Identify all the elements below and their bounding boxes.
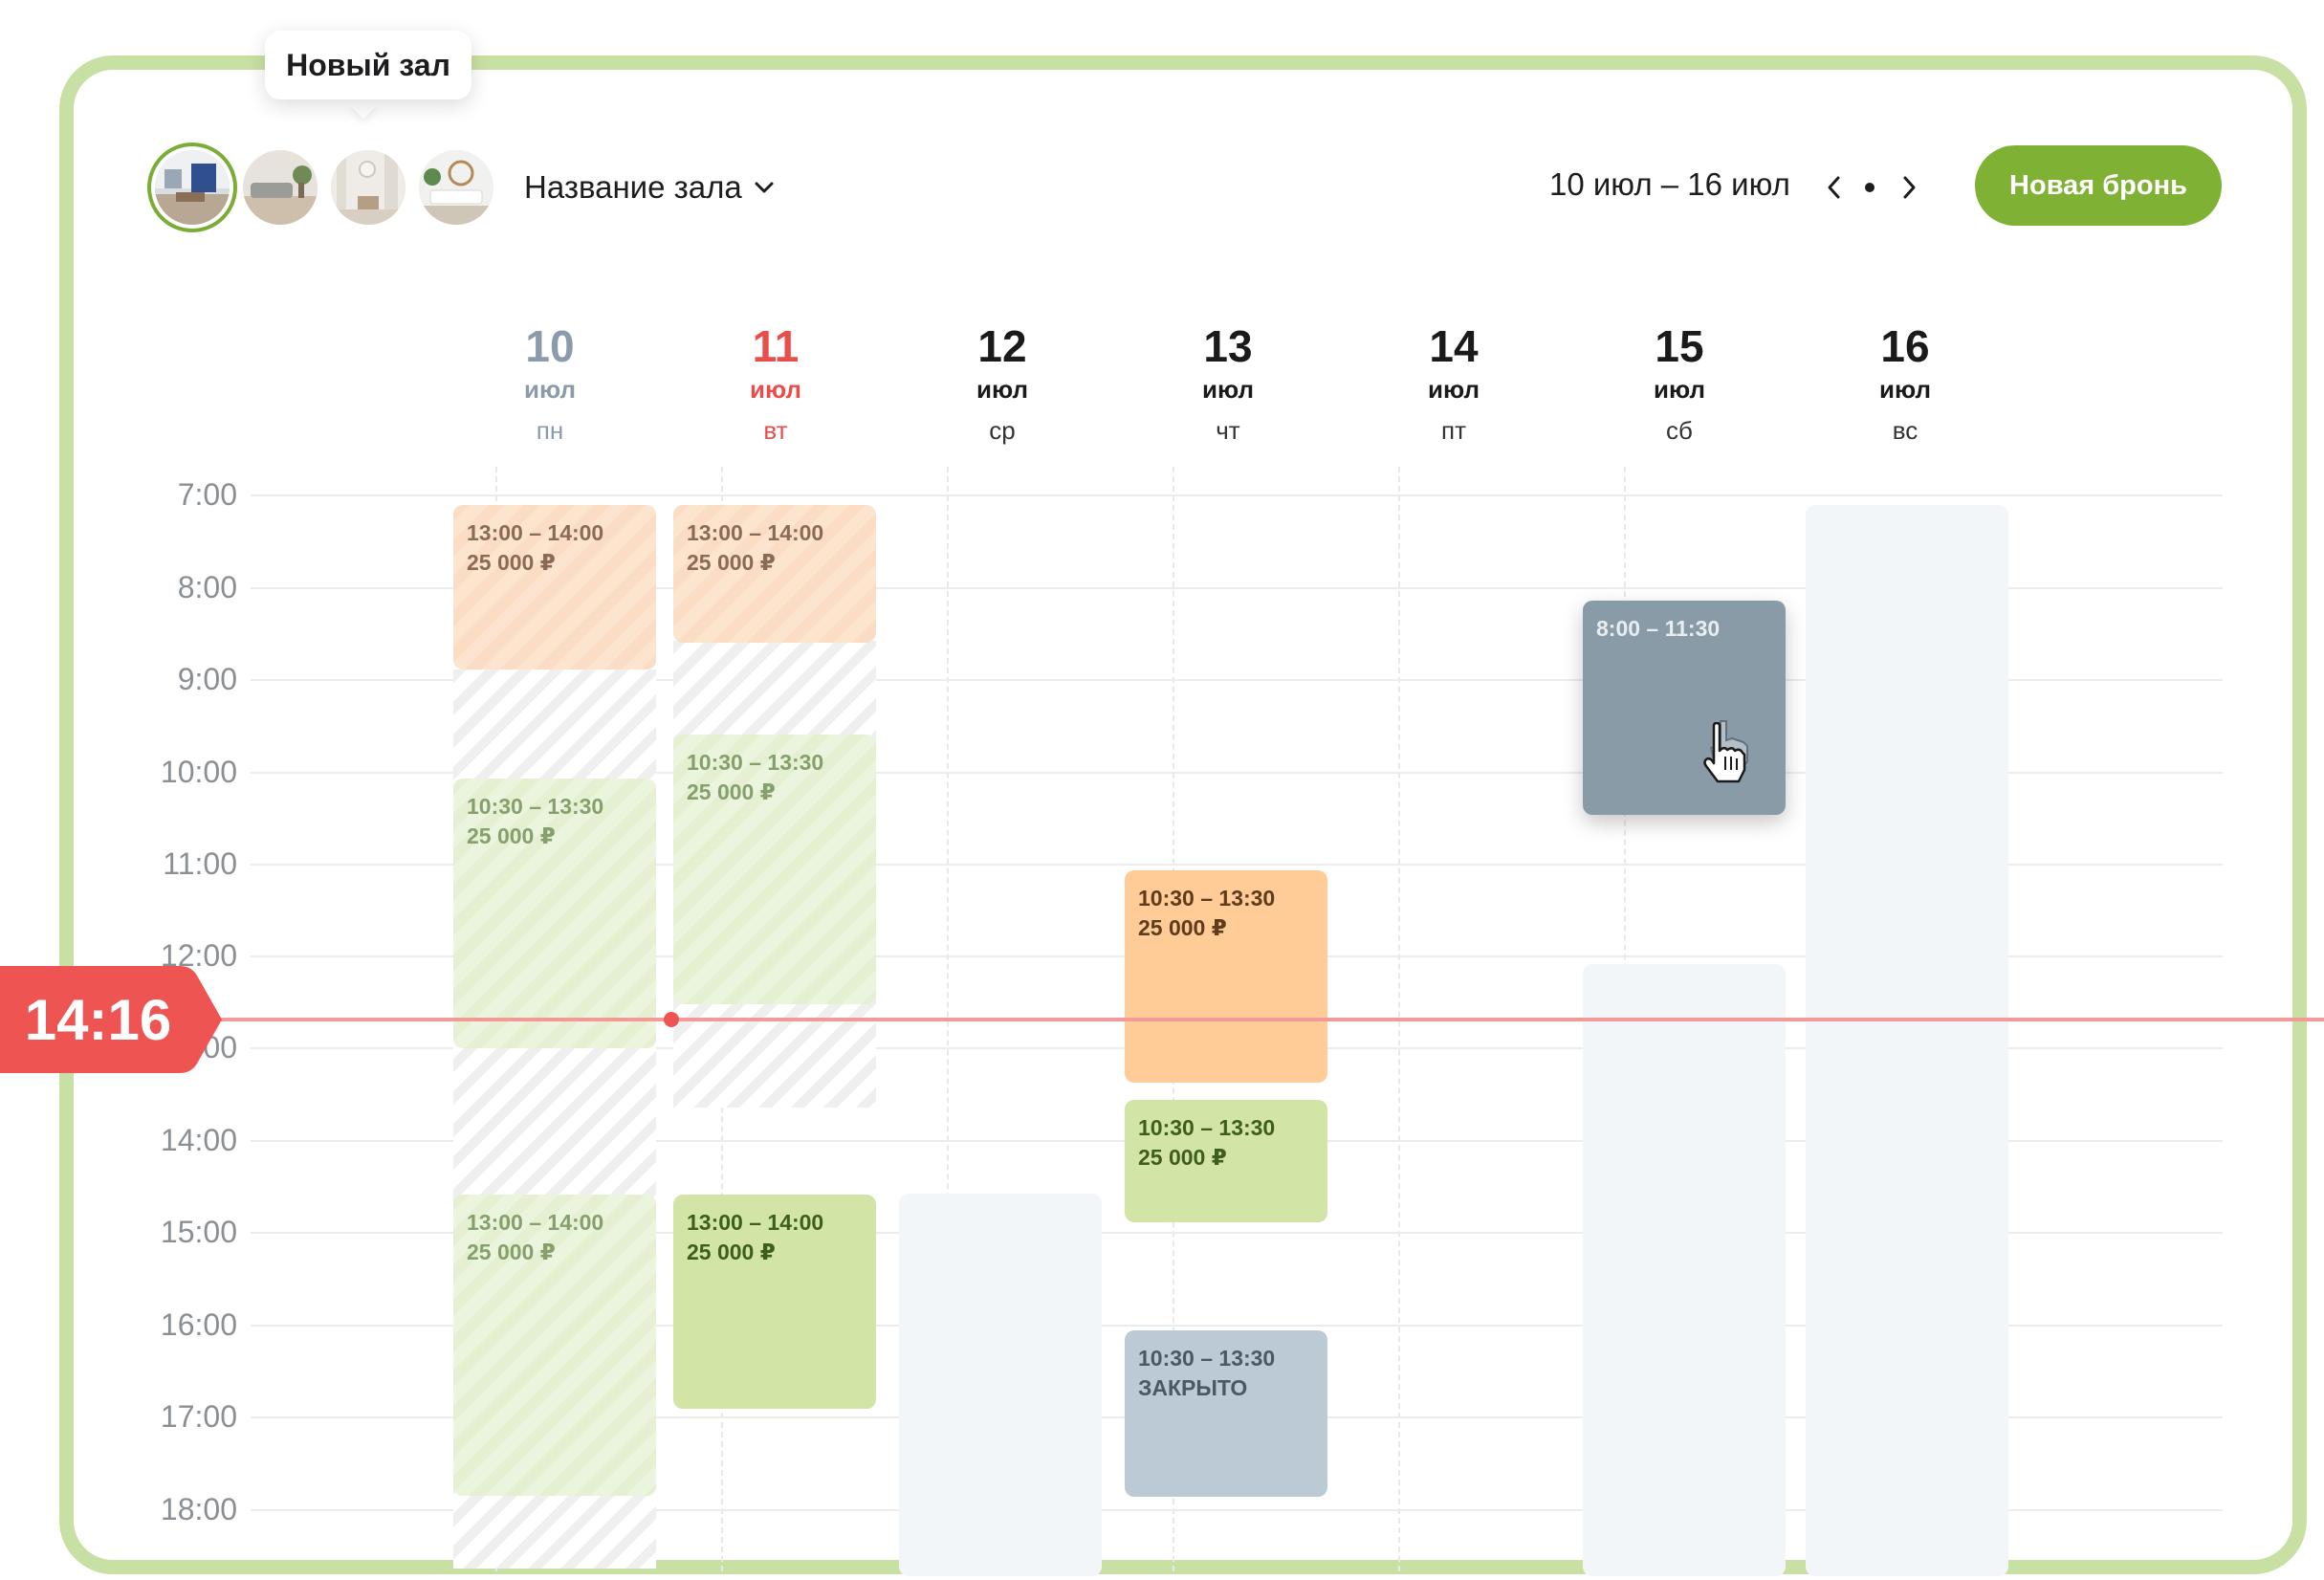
chevron-left-icon (1828, 176, 1840, 199)
booking-event[interactable]: 10:30 – 13:30 25 000 ₽ (1125, 870, 1327, 1083)
booking-event[interactable]: 10:30 – 13:30 25 000 ₽ (1125, 1100, 1327, 1222)
day-header-16[interactable]: 16 июл вс (1824, 318, 1986, 457)
event-price: 25 000 ₽ (467, 550, 556, 575)
event-price: 25 000 ₽ (1138, 915, 1227, 940)
hall-photo-2-icon (243, 150, 318, 225)
hour-label: 15:00 (160, 1215, 237, 1249)
next-week-button[interactable] (1892, 168, 1926, 207)
event-time: 13:00 – 14:00 (687, 1210, 824, 1235)
hour-label: 7:00 (177, 477, 237, 512)
new-hall-tooltip: Новый зал (265, 31, 471, 99)
new-booking-button[interactable]: Новая бронь (1975, 145, 2222, 226)
event-time: 10:30 – 13:30 (1138, 1346, 1276, 1371)
day-number: 16 (1880, 321, 1930, 371)
day-header-12[interactable]: 12 июл ср (921, 318, 1084, 457)
event-status: ЗАКРЫТО (1138, 1375, 1248, 1400)
event-price: 25 000 ₽ (687, 550, 776, 575)
today-button[interactable] (1865, 183, 1875, 192)
hall-select-label: Название зала (524, 169, 742, 205)
hour-label: 18:00 (160, 1492, 237, 1526)
hour-label: 17:00 (160, 1399, 237, 1434)
event-price: 25 000 ₽ (1138, 1145, 1227, 1170)
day-header-14[interactable]: 14 июл пт (1372, 318, 1535, 457)
booking-event[interactable]: 13:00 – 14:00 25 000 ₽ (453, 1195, 656, 1496)
day-weekday: чт (1216, 416, 1240, 445)
current-time-label: 14:16 (24, 987, 172, 1052)
hour-label: 16:00 (160, 1307, 237, 1342)
day-weekday: пт (1441, 416, 1466, 445)
closed-event[interactable]: 10:30 – 13:30 ЗАКРЫТО (1125, 1330, 1327, 1497)
event-price: 25 000 ₽ (467, 1240, 556, 1264)
day-number: 14 (1429, 321, 1479, 371)
day-header-13[interactable]: 13 июл чт (1147, 318, 1309, 457)
hall-photo-4-icon (419, 150, 493, 225)
day-number: 15 (1655, 321, 1704, 371)
hour-label: 10:00 (160, 755, 237, 789)
event-price: 25 000 ₽ (687, 1240, 776, 1264)
event-time: 13:00 – 14:00 (467, 1210, 604, 1235)
hall-photo-3-icon (331, 150, 406, 225)
free-slot[interactable] (1583, 964, 1786, 1576)
event-time: 10:30 – 13:30 (467, 794, 604, 819)
event-time: 13:00 – 14:00 (687, 520, 824, 545)
event-time: 10:30 – 13:30 (1138, 1115, 1276, 1140)
event-time: 13:00 – 14:00 (467, 520, 604, 545)
hour-label: 14:00 (160, 1123, 237, 1157)
dragging-event[interactable]: 8:00 – 11:30 (1583, 601, 1786, 815)
day-weekday: вт (763, 416, 788, 445)
hour-label: 8:00 (177, 570, 237, 604)
booking-event[interactable]: 13:00 – 14:00 25 000 ₽ (453, 505, 656, 669)
hall-avatar-2[interactable] (243, 150, 318, 225)
day-month: июл (1878, 375, 1932, 404)
hall-avatar-1[interactable] (155, 150, 230, 225)
day-month: июл (749, 375, 802, 404)
event-price: 25 000 ₽ (687, 779, 776, 804)
day-number: 11 (752, 321, 800, 371)
prev-week-button[interactable] (1817, 168, 1852, 207)
day-header-10[interactable]: 10 июл пн (469, 318, 631, 457)
hall-photo-1-icon (155, 150, 230, 225)
hall-avatar-3[interactable] (331, 150, 406, 225)
booking-event[interactable]: 13:00 – 14:00 25 000 ₽ (673, 505, 876, 643)
hour-line (251, 494, 2223, 496)
chevron-down-icon (755, 182, 774, 193)
hall-select-dropdown[interactable]: Название зала (524, 165, 775, 210)
free-slot[interactable] (1806, 505, 2008, 1576)
event-time: 10:30 – 13:30 (687, 750, 824, 775)
day-month: июл (1201, 375, 1255, 404)
free-slot[interactable] (899, 1194, 1102, 1576)
day-header-11[interactable]: 11 июл вт (694, 318, 857, 457)
hour-label: 11:00 (163, 846, 237, 881)
booking-event[interactable]: 10:30 – 13:30 25 000 ₽ (673, 735, 876, 1004)
booking-event[interactable]: 10:30 – 13:30 25 000 ₽ (453, 779, 656, 1048)
chevron-right-icon (1903, 176, 1916, 199)
hour-label: 9:00 (177, 662, 237, 696)
day-month: июл (523, 375, 577, 404)
event-price: 25 000 ₽ (467, 823, 556, 848)
date-range-label: 10 июл – 16 июл (1549, 166, 1790, 202)
event-time: 8:00 – 11:30 (1596, 616, 1721, 641)
day-number: 12 (977, 321, 1027, 371)
day-month: июл (1653, 375, 1706, 404)
day-month: июл (976, 375, 1029, 404)
current-time-line (143, 1018, 2324, 1021)
current-time-dot (664, 1012, 679, 1027)
day-number: 10 (525, 321, 575, 371)
day-weekday: ср (989, 416, 1016, 445)
booking-event[interactable]: 13:00 – 14:00 25 000 ₽ (673, 1195, 876, 1409)
day-header-15[interactable]: 15 июл сб (1598, 318, 1761, 457)
calendar-board: Новый зал Название зала 10 июл – 16 июл … (0, 0, 2324, 1580)
day-month: июл (1427, 375, 1480, 404)
hall-avatar-4[interactable] (419, 150, 493, 225)
day-number: 13 (1203, 321, 1253, 371)
hand-cursor-icon (1703, 722, 1746, 783)
day-weekday: сб (1666, 416, 1693, 445)
day-weekday: пн (536, 416, 564, 445)
event-time: 10:30 – 13:30 (1138, 886, 1276, 911)
day-weekday: вс (1892, 416, 1918, 445)
